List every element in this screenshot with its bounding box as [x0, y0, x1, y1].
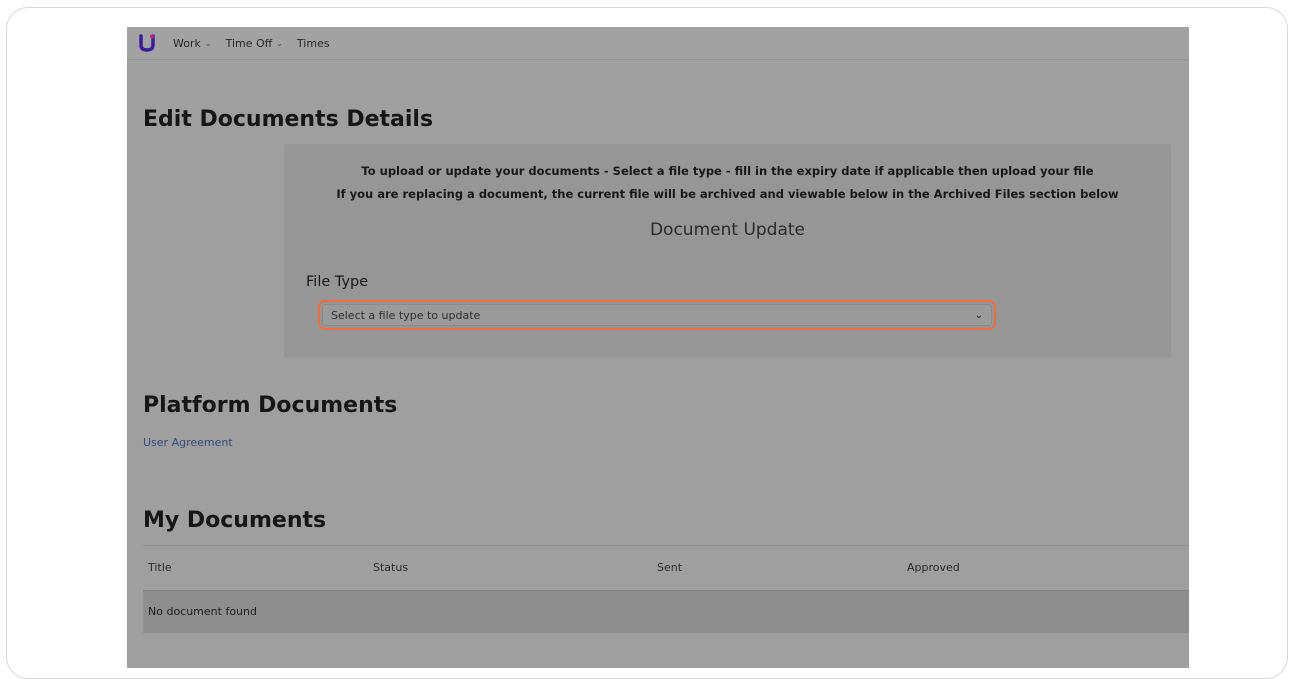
column-header-approved: Approved	[907, 561, 960, 574]
chevron-down-icon: ⌄	[204, 38, 212, 48]
nav-item-times[interactable]: Times	[297, 37, 330, 50]
nav-item-label: Times	[296, 36, 330, 50]
column-header-sent: Sent	[657, 561, 683, 574]
upload-instruction-line-1: To upload or update your documents - Sel…	[361, 164, 1094, 178]
file-type-select[interactable]: Select a file type to update ⌄	[322, 304, 992, 326]
file-type-select-value: Select a file type to update	[331, 308, 481, 322]
screenshot-frame: Work ⌄ Time Off ⌄ Times Edit Documents D…	[6, 7, 1288, 679]
nav-item-time-off[interactable]: Time Off ⌄	[226, 37, 283, 50]
brand-logo-icon[interactable]	[139, 34, 155, 52]
top-navigation: Work ⌄ Time Off ⌄ Times	[127, 27, 1189, 60]
chevron-down-icon: ⌄	[974, 310, 983, 321]
document-update-heading: Document Update	[649, 220, 806, 240]
my-documents-title: My Documents	[143, 508, 327, 533]
empty-table-message: No document found	[148, 605, 257, 618]
nav-item-label: Time Off	[225, 36, 273, 50]
brand-logo-svg	[139, 34, 155, 52]
user-agreement-link[interactable]: User Agreement	[143, 436, 233, 449]
column-header-status: Status	[373, 561, 409, 574]
nav-item-label: Work	[173, 36, 201, 50]
nav-item-work[interactable]: Work ⌄	[173, 37, 212, 50]
table-row: No document found	[143, 591, 1189, 633]
file-type-label: File Type	[306, 274, 369, 290]
platform-documents-title: Platform Documents	[143, 393, 398, 418]
page-title: Edit Documents Details	[143, 107, 434, 132]
file-type-select-highlight: Select a file type to update ⌄	[318, 300, 996, 330]
table-header: Title Status Sent Approved	[143, 545, 1189, 591]
column-header-title: Title	[148, 561, 172, 574]
my-documents-table: Title Status Sent Approved No document f…	[143, 545, 1189, 633]
app-window: Work ⌄ Time Off ⌄ Times Edit Documents D…	[127, 27, 1189, 668]
document-upload-panel: To upload or update your documents - Sel…	[284, 144, 1171, 358]
upload-instruction-line-2: If you are replacing a document, the cur…	[336, 187, 1119, 201]
chevron-down-icon: ⌄	[276, 38, 283, 48]
